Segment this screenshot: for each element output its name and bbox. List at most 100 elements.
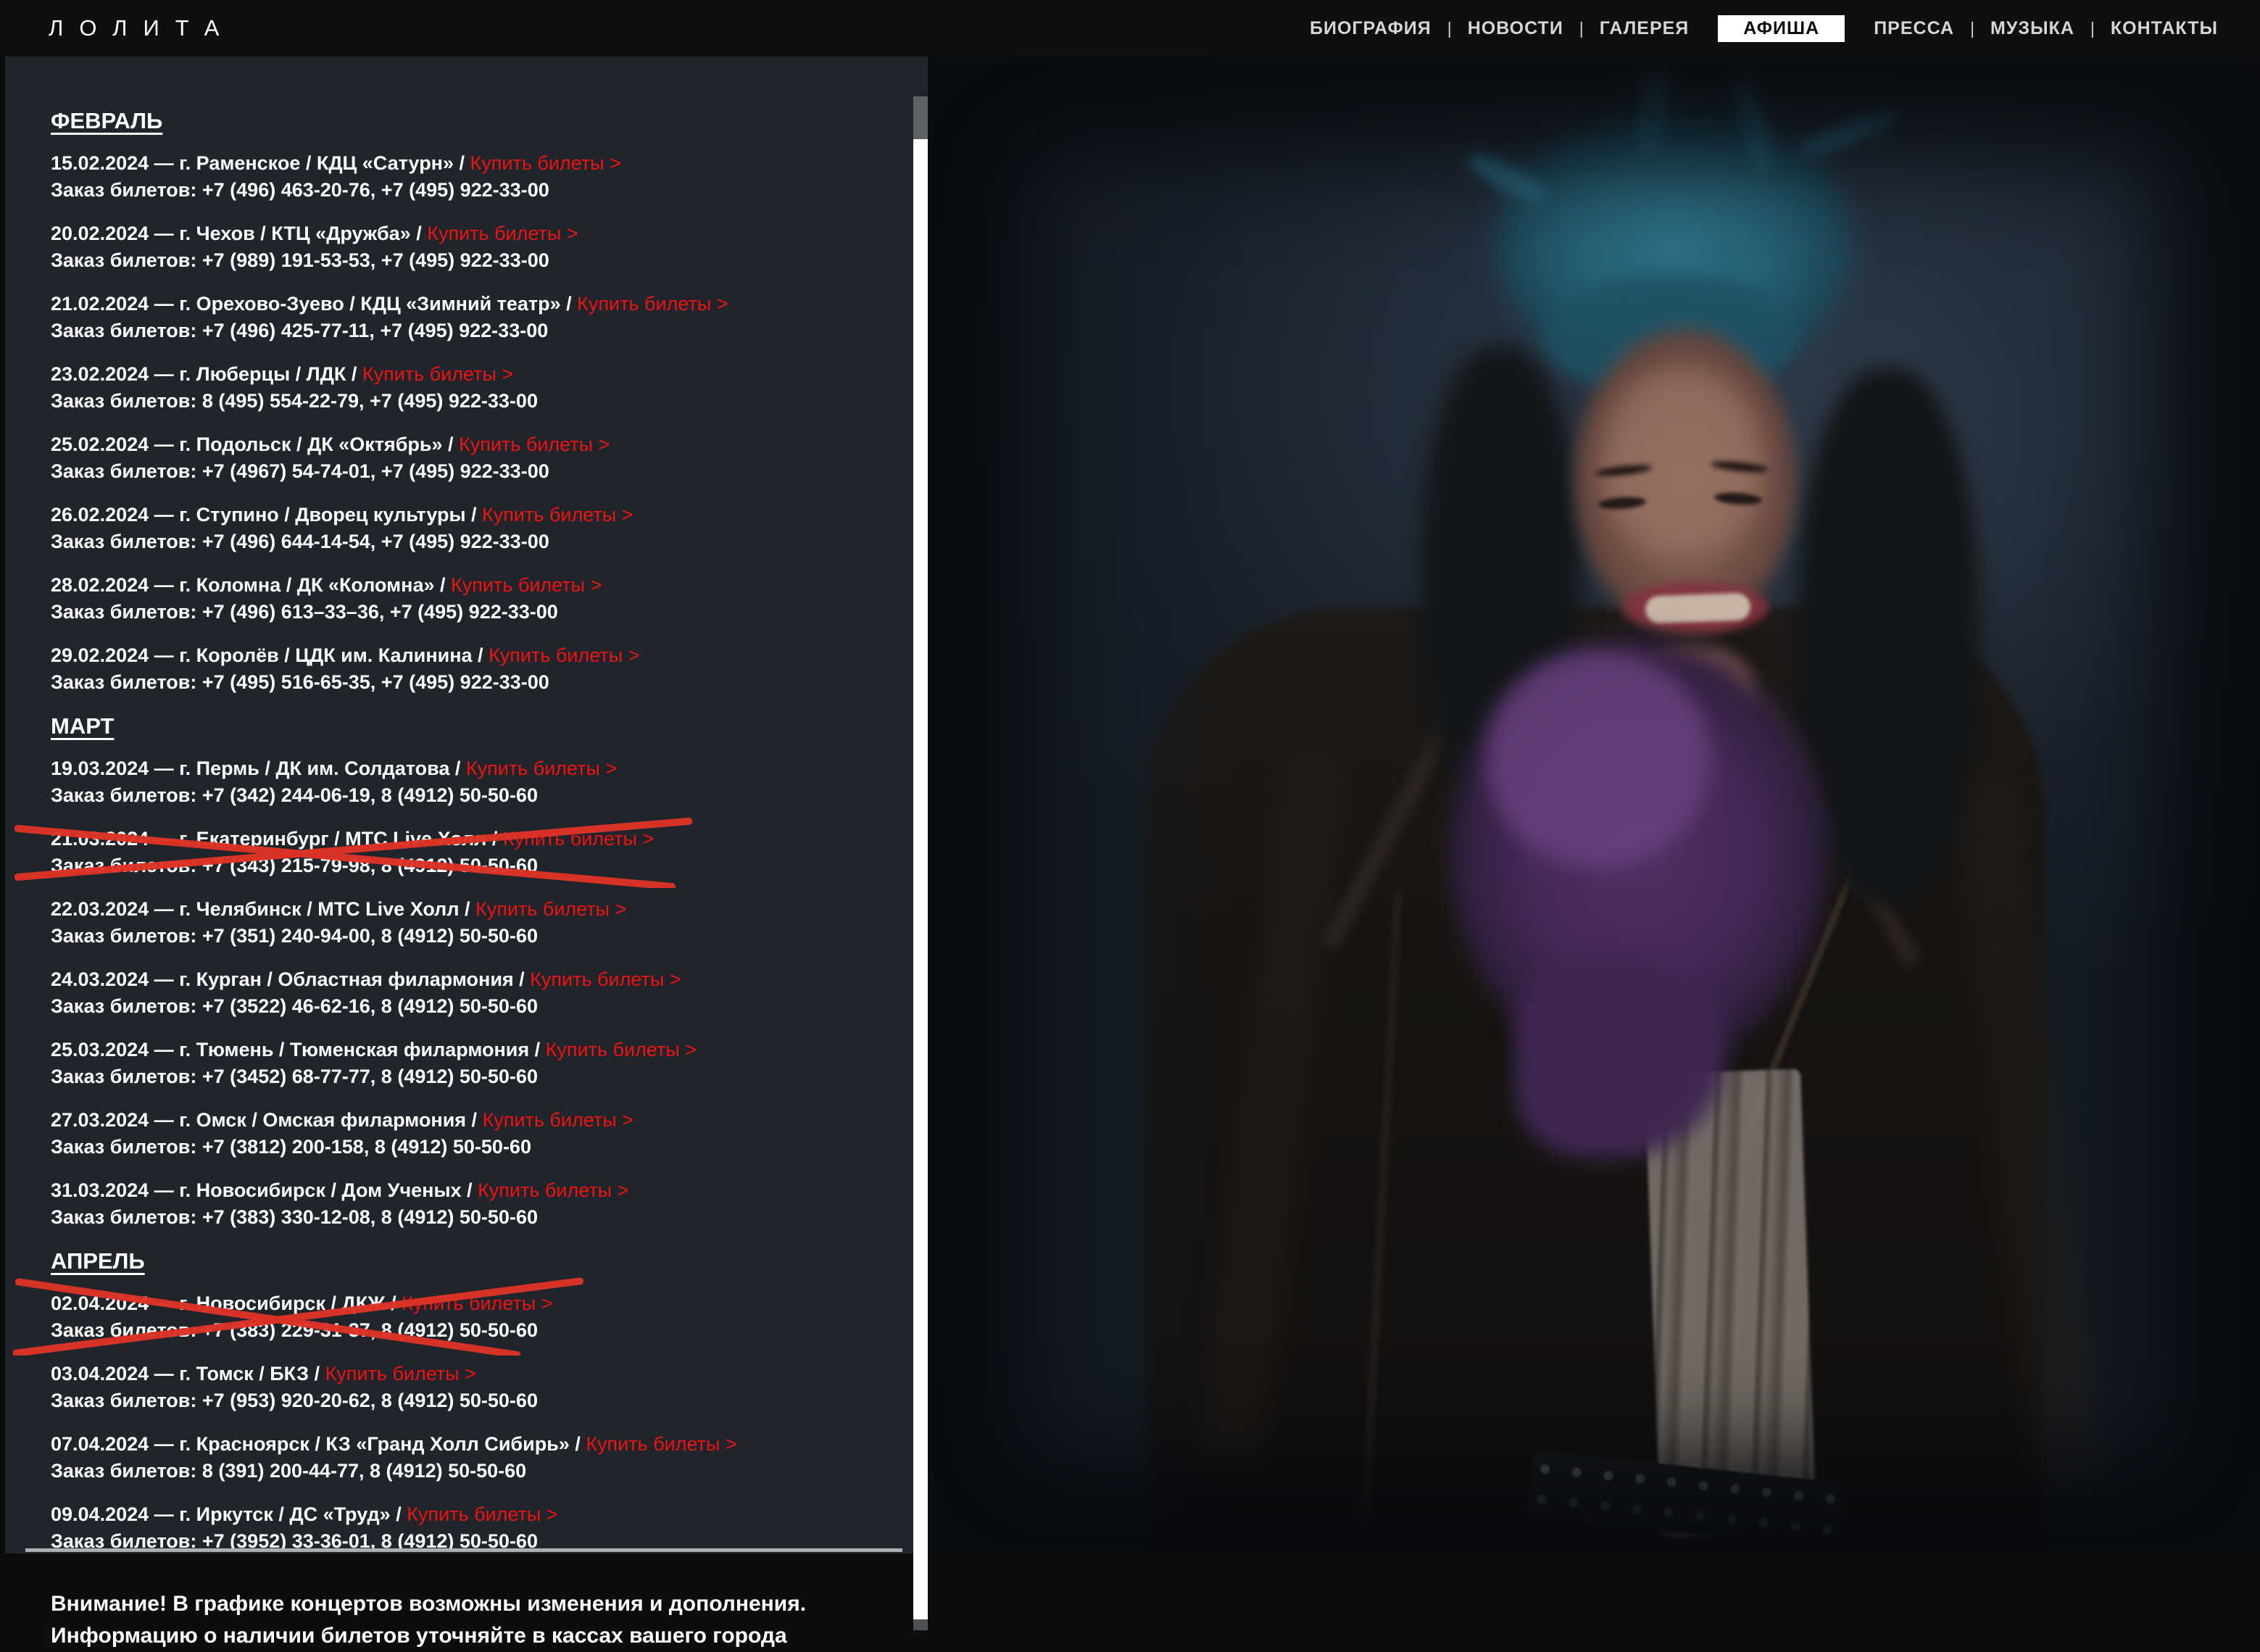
- event-phones: Заказ билетов: +7 (343) 215-79-98, 8 (49…: [51, 852, 906, 879]
- brand-logo[interactable]: ЛОЛИТА: [49, 15, 235, 41]
- event-item: 15.02.2024 — г. Раменское / КДЦ «Сатурн»…: [51, 150, 906, 204]
- event-item: 21.02.2024 — г. Орехово-Зуево / КДЦ «Зим…: [51, 291, 906, 344]
- event-title: 25.03.2024 — г. Тюмень / Тюменская филар…: [51, 1037, 906, 1063]
- buy-tickets-link[interactable]: Купить билеты >: [459, 433, 610, 455]
- event-phones: Заказ билетов: +7 (342) 244-06-19, 8 (49…: [51, 782, 906, 809]
- month-header: ФЕВРАЛЬ: [51, 107, 906, 134]
- nav-item-contacts[interactable]: КОНТАКТЫ: [2111, 18, 2218, 39]
- nav-separator: |: [1579, 19, 1584, 38]
- tour-schedule-panel: ФЕВРАЛЬ 15.02.2024 — г. Раменское / КДЦ …: [5, 57, 928, 1553]
- event-title: 29.02.2024 — г. Королёв / ЦДК им. Калини…: [51, 642, 906, 669]
- nav-item-press[interactable]: ПРЕССА: [1874, 18, 1954, 39]
- event-date-city-venue: 21.02.2024 — г. Орехово-Зуево / КДЦ «Зим…: [51, 293, 577, 315]
- event-phones: Заказ билетов: +7 (495) 516-65-35, +7 (4…: [51, 669, 906, 696]
- buy-tickets-link[interactable]: Купить билеты >: [470, 152, 621, 174]
- event-date-city-venue: 31.03.2024 — г. Новосибирск / Дом Ученых…: [51, 1179, 478, 1201]
- nav-item-news[interactable]: НОВОСТИ: [1468, 18, 1563, 39]
- buy-tickets-link[interactable]: Купить билеты >: [586, 1433, 736, 1455]
- nav-separator: |: [2090, 19, 2095, 38]
- event-item: 20.02.2024 — г. Чехов / КТЦ «Дружба» / К…: [51, 220, 906, 274]
- nav-separator: |: [1447, 19, 1452, 38]
- event-item: 24.03.2024 — г. Курган / Областная филар…: [51, 966, 906, 1020]
- event-title: 24.03.2024 — г. Курган / Областная филар…: [51, 966, 906, 993]
- buy-tickets-link[interactable]: Купить билеты >: [489, 644, 639, 666]
- event-phones: Заказ билетов: +7 (496) 613–33–36, +7 (4…: [51, 599, 906, 626]
- footer-note-line1: Внимание! В графике концертов возможны и…: [51, 1588, 806, 1620]
- event-title: 23.02.2024 — г. Люберцы / ЛДК / Купить б…: [51, 361, 906, 388]
- scrollbar-bottom-block: [913, 1619, 928, 1630]
- event-title: 20.02.2024 — г. Чехов / КТЦ «Дружба» / К…: [51, 220, 906, 247]
- buy-tickets-link[interactable]: Купить билеты >: [577, 293, 728, 315]
- artist-photo: [928, 57, 2260, 1553]
- event-item: 25.03.2024 — г. Тюмень / Тюменская филар…: [51, 1037, 906, 1090]
- event-title: 09.04.2024 — г. Иркутск / ДС «Труд» / Ку…: [51, 1501, 906, 1528]
- scrollbar-thumb[interactable]: [913, 96, 928, 139]
- event-item: 07.04.2024 — г. Красноярск / КЗ «Гранд Х…: [51, 1431, 906, 1485]
- month-section: МАРТ 19.03.2024 — г. Пермь / ДК им. Солд…: [51, 713, 906, 1231]
- buy-tickets-link[interactable]: Купить билеты >: [466, 757, 617, 779]
- event-title: 28.02.2024 — г. Коломна / ДК «Коломна» /…: [51, 572, 906, 599]
- event-date-city-venue: 26.02.2024 — г. Ступино / Дворец культур…: [51, 504, 482, 526]
- event-title: 21.03.2024 — г. Екатеринбург / МТС Live …: [51, 826, 906, 852]
- buy-tickets-link[interactable]: Купить билеты >: [546, 1039, 697, 1060]
- buy-tickets-link[interactable]: Купить билеты >: [451, 574, 602, 596]
- event-title: 31.03.2024 — г. Новосибирск / Дом Ученых…: [51, 1177, 906, 1204]
- event-title: 26.02.2024 — г. Ступино / Дворец культур…: [51, 502, 906, 528]
- event-item: 25.02.2024 — г. Подольск / ДК «Октябрь» …: [51, 431, 906, 485]
- event-title: 02.04.2024 — г. Новосибирск / ДКЖ / Купи…: [51, 1290, 906, 1317]
- event-phones: Заказ билетов: +7 (953) 920-20-62, 8 (49…: [51, 1387, 906, 1414]
- footer: Внимание! В графике концертов возможны и…: [0, 1553, 2260, 1650]
- buy-tickets-link[interactable]: Купить билеты >: [478, 1179, 628, 1201]
- scrollbar-track[interactable]: [913, 96, 928, 1619]
- event-title: 07.04.2024 — г. Красноярск / КЗ «Гранд Х…: [51, 1431, 906, 1458]
- event-date-city-venue: 21.03.2024 — г. Екатеринбург / МТС Live …: [51, 828, 503, 850]
- event-item: 21.03.2024 — г. Екатеринбург / МТС Live …: [51, 826, 906, 879]
- event-date-city-venue: 25.03.2024 — г. Тюмень / Тюменская филар…: [51, 1039, 546, 1060]
- month-section: АПРЕЛЬ 02.04.2024 — г. Новосибирск / ДКЖ…: [51, 1248, 906, 1555]
- event-title: 21.02.2024 — г. Орехово-Зуево / КДЦ «Зим…: [51, 291, 906, 317]
- footer-note: Внимание! В графике концертов возможны и…: [51, 1588, 806, 1652]
- nav-item-gallery[interactable]: ГАЛЕРЕЯ: [1600, 18, 1690, 39]
- buy-tickets-link[interactable]: Купить билеты >: [407, 1503, 557, 1525]
- nav-item-music[interactable]: МУЗЫКА: [1990, 18, 2074, 39]
- event-item: 19.03.2024 — г. Пермь / ДК им. Солдатова…: [51, 755, 906, 809]
- buy-tickets-link[interactable]: Купить билеты >: [325, 1363, 476, 1385]
- event-phones: Заказ билетов: +7 (383) 229-31-37, 8 (49…: [51, 1317, 906, 1344]
- event-item: 26.02.2024 — г. Ступино / Дворец культур…: [51, 502, 906, 555]
- footer-note-line2: Информацию о наличии билетов уточняйте в…: [51, 1620, 806, 1652]
- event-phones: Заказ билетов: +7 (989) 191-53-53, +7 (4…: [51, 247, 906, 274]
- event-phones: Заказ билетов: +7 (3452) 68-77-77, 8 (49…: [51, 1063, 906, 1090]
- buy-tickets-link[interactable]: Купить билеты >: [402, 1292, 552, 1314]
- event-title: 25.02.2024 — г. Подольск / ДК «Октябрь» …: [51, 431, 906, 458]
- month-header: АПРЕЛЬ: [51, 1248, 906, 1274]
- event-item: 02.04.2024 — г. Новосибирск / ДКЖ / Купи…: [51, 1290, 906, 1344]
- event-item: 27.03.2024 — г. Омск / Омская филармония…: [51, 1107, 906, 1161]
- event-title: 27.03.2024 — г. Омск / Омская филармония…: [51, 1107, 906, 1134]
- event-item: 03.04.2024 — г. Томск / БКЗ / Купить бил…: [51, 1361, 906, 1414]
- buy-tickets-link[interactable]: Купить билеты >: [503, 828, 654, 850]
- event-item: 23.02.2024 — г. Люберцы / ЛДК / Купить б…: [51, 361, 906, 415]
- buy-tickets-link[interactable]: Купить билеты >: [475, 898, 626, 920]
- buy-tickets-link[interactable]: Купить билеты >: [427, 223, 578, 244]
- buy-tickets-link[interactable]: Купить билеты >: [482, 504, 633, 526]
- event-phones: Заказ билетов: +7 (3522) 46-62-16, 8 (49…: [51, 993, 906, 1020]
- event-date-city-venue: 25.02.2024 — г. Подольск / ДК «Октябрь» …: [51, 433, 459, 455]
- photo-vignette: [928, 57, 2260, 1553]
- event-date-city-venue: 23.02.2024 — г. Люберцы / ЛДК /: [51, 363, 362, 385]
- event-date-city-venue: 28.02.2024 — г. Коломна / ДК «Коломна» /: [51, 574, 451, 596]
- buy-tickets-link[interactable]: Купить билеты >: [530, 968, 681, 990]
- event-phones: Заказ билетов: +7 (351) 240-94-00, 8 (49…: [51, 923, 906, 950]
- buy-tickets-link[interactable]: Купить билеты >: [362, 363, 513, 385]
- nav-item-biography[interactable]: БИОГРАФИЯ: [1310, 18, 1432, 39]
- month-section: ФЕВРАЛЬ 15.02.2024 — г. Раменское / КДЦ …: [51, 107, 906, 696]
- event-title: 22.03.2024 — г. Челябинск / МТС Live Хол…: [51, 896, 906, 923]
- event-phones: Заказ билетов: +7 (383) 330-12-08, 8 (49…: [51, 1204, 906, 1231]
- nav-item-afisha[interactable]: АФИША: [1718, 15, 1845, 42]
- buy-tickets-link[interactable]: Купить билеты >: [483, 1109, 633, 1131]
- event-date-city-venue: 07.04.2024 — г. Красноярск / КЗ «Гранд Х…: [51, 1433, 586, 1455]
- event-item: 09.04.2024 — г. Иркутск / ДС «Труд» / Ку…: [51, 1501, 906, 1555]
- event-date-city-venue: 15.02.2024 — г. Раменское / КДЦ «Сатурн»…: [51, 152, 470, 174]
- event-phones: Заказ билетов: 8 (495) 554-22-79, +7 (49…: [51, 388, 906, 415]
- event-date-city-venue: 24.03.2024 — г. Курган / Областная филар…: [51, 968, 530, 990]
- event-date-city-venue: 27.03.2024 — г. Омск / Омская филармония…: [51, 1109, 483, 1131]
